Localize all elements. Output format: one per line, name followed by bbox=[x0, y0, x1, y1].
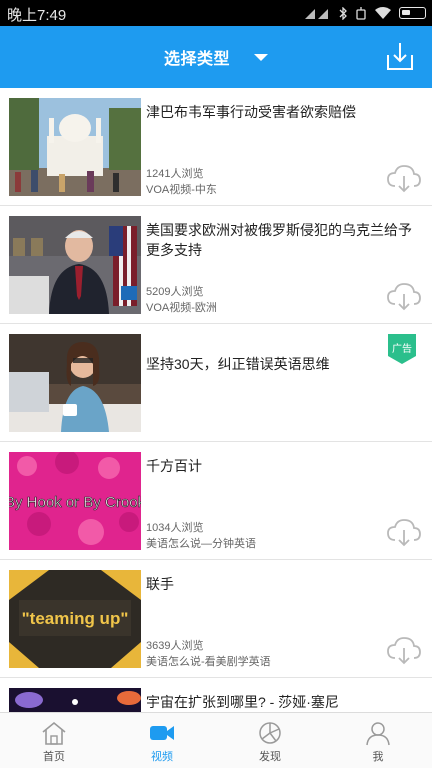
item-source: 美语怎么说-看美剧学英语 bbox=[146, 656, 271, 668]
list-item[interactable]: By Hook or By Crook 千方百计 1034人浏览 美语怎么说—分… bbox=[0, 442, 432, 560]
nav-label: 首页 bbox=[43, 751, 65, 763]
view-count: 3639人浏览 bbox=[146, 640, 204, 652]
item-source: VOA视频-欧洲 bbox=[146, 302, 217, 314]
view-count: 1034人浏览 bbox=[146, 522, 204, 534]
item-meta: 5209人浏览 VOA视频-欧洲 bbox=[146, 284, 217, 316]
cloud-download-icon[interactable] bbox=[386, 518, 422, 548]
nav-profile[interactable]: 我 bbox=[324, 713, 432, 768]
thumbnail-caption: By Hook or By Crook bbox=[9, 494, 141, 511]
item-meta: 3639人浏览 美语怎么说-看美剧学英语 bbox=[146, 638, 271, 670]
view-count: 1241人浏览 bbox=[146, 168, 204, 180]
home-icon bbox=[42, 721, 66, 745]
list-item[interactable]: 美国要求欧洲对被俄罗斯侵犯的乌克兰给予更多支持 5209人浏览 VOA视频-欧洲 bbox=[0, 206, 432, 324]
video-thumbnail: By Hook or By Crook bbox=[9, 452, 141, 550]
bottom-nav: 首页 视频 发现 我 bbox=[0, 712, 432, 768]
item-source: 美语怎么说—分钟英语 bbox=[146, 538, 256, 550]
status-time: 晚上7:49 bbox=[7, 7, 67, 24]
discover-icon bbox=[259, 722, 281, 744]
cloud-download-icon[interactable] bbox=[386, 164, 422, 194]
item-title: 美国要求欧洲对被俄罗斯侵犯的乌克兰给予更多支持 bbox=[146, 222, 412, 258]
signal-icon bbox=[305, 9, 328, 19]
item-title: 千方百计 bbox=[146, 458, 202, 474]
ad-label: 广告 bbox=[392, 344, 412, 355]
item-title: 津巴布韦军事行动受害者欲索赔偿 bbox=[146, 104, 356, 120]
item-meta: 1034人浏览 美语怎么说—分钟英语 bbox=[146, 520, 256, 552]
item-title: 联手 bbox=[146, 576, 174, 592]
nav-home[interactable]: 首页 bbox=[0, 713, 108, 768]
video-list: 津巴布韦军事行动受害者欲索赔偿 1241人浏览 VOA视频-中东 美国要求欧洲对… bbox=[0, 88, 432, 712]
nav-label: 视频 bbox=[151, 751, 173, 763]
app-header: 选择类型 bbox=[0, 26, 432, 88]
list-item[interactable]: 宇宙在扩张到哪里? - 莎娅·塞尼 bbox=[0, 678, 432, 712]
bluetooth-icon bbox=[339, 6, 347, 20]
item-meta: 1241人浏览 VOA视频-中东 bbox=[146, 166, 217, 198]
video-thumbnail: "teaming up" bbox=[9, 570, 141, 668]
item-title: 坚持30天，纠正错误英语思维 bbox=[146, 356, 330, 372]
list-item[interactable]: "teaming up" 联手 3639人浏览 美语怎么说-看美剧学英语 bbox=[0, 560, 432, 678]
ad-thumbnail bbox=[9, 334, 141, 432]
status-icons bbox=[305, 5, 426, 21]
mute-icon bbox=[356, 6, 366, 20]
nav-video[interactable]: 视频 bbox=[108, 713, 216, 768]
nav-discover[interactable]: 发现 bbox=[216, 713, 324, 768]
nav-label: 发现 bbox=[259, 751, 281, 763]
video-thumbnail bbox=[9, 688, 141, 712]
item-title: 宇宙在扩张到哪里? - 莎娅·塞尼 bbox=[146, 694, 339, 710]
cloud-download-icon[interactable] bbox=[386, 282, 422, 312]
ad-item[interactable]: 坚持30天，纠正错误英语思维 广告 bbox=[0, 324, 432, 442]
video-icon bbox=[150, 726, 174, 740]
video-thumbnail bbox=[9, 98, 141, 196]
list-item[interactable]: 津巴布韦军事行动受害者欲索赔偿 1241人浏览 VOA视频-中东 bbox=[0, 88, 432, 206]
category-selector[interactable]: 选择类型 bbox=[0, 26, 432, 88]
cloud-download-icon[interactable] bbox=[386, 636, 422, 666]
status-bar: 晚上7:49 bbox=[0, 0, 432, 26]
ad-badge: 广告 bbox=[388, 334, 416, 366]
nav-label: 我 bbox=[372, 751, 384, 763]
view-count: 5209人浏览 bbox=[146, 286, 204, 298]
video-thumbnail bbox=[9, 216, 141, 314]
download-icon[interactable] bbox=[386, 41, 414, 71]
profile-icon bbox=[366, 722, 390, 746]
wifi-icon bbox=[375, 7, 391, 19]
page-title: 选择类型 bbox=[163, 51, 230, 68]
item-source: VOA视频-中东 bbox=[146, 184, 217, 196]
battery-icon bbox=[399, 7, 426, 19]
thumbnail-caption: "teaming up" bbox=[22, 609, 129, 628]
chevron-down-icon bbox=[254, 53, 268, 61]
